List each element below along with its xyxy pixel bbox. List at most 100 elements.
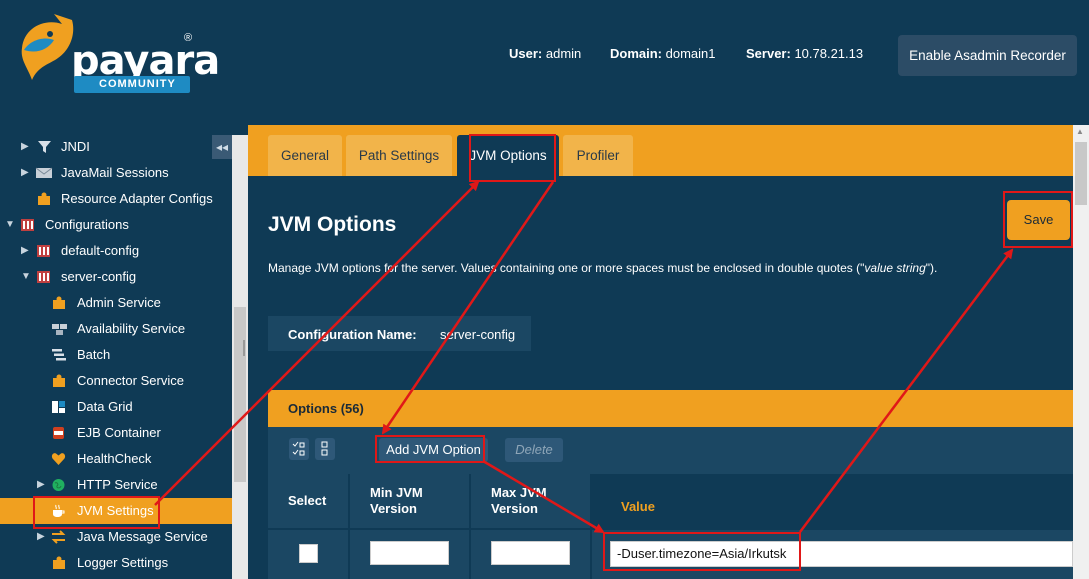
- sidebar-item-label: JavaMail Sessions: [61, 165, 169, 180]
- user-label: User:: [509, 46, 543, 61]
- expand-arrow-icon[interactable]: ▶: [21, 134, 29, 160]
- config-icon: [21, 219, 34, 231]
- sidebar-item-label: JNDI: [61, 139, 90, 154]
- fish-logo-icon: [21, 14, 74, 80]
- sidebar-item-java-message-service[interactable]: ▶ Java Message Service: [0, 524, 232, 550]
- domain-info: Domain: domain1: [610, 46, 716, 61]
- community-label: COMMUNITY: [99, 78, 176, 90]
- puzzle-icon: [53, 556, 65, 569]
- tab-general[interactable]: General: [268, 135, 342, 176]
- column-label-line2: Version: [370, 501, 417, 516]
- description-text: Manage JVM options for the server. Value…: [268, 261, 865, 275]
- max-jvm-version-input[interactable]: [491, 541, 570, 565]
- sidebar-item-healthcheck[interactable]: HealthCheck: [0, 446, 232, 472]
- description-italic: value string: [864, 261, 926, 275]
- puzzle-icon: [38, 192, 50, 205]
- exchange-icon: [51, 530, 66, 544]
- column-label: Select: [288, 493, 327, 508]
- sidebar-item-http-service[interactable]: ▶ HTTP Service: [0, 472, 232, 498]
- sidebar-item-default-config[interactable]: ▶ default-config: [0, 238, 232, 264]
- sidebar-item-server-config[interactable]: ▼ server-config: [0, 264, 232, 290]
- sidebar-item-label: HTTP Service: [77, 477, 158, 492]
- expand-arrow-icon[interactable]: ▶: [37, 524, 45, 550]
- sidebar-item-connector-service[interactable]: Connector Service: [0, 368, 232, 394]
- sidebar-scrollbar-thumb[interactable]: [234, 307, 246, 482]
- sidebar-item-label: server-config: [61, 269, 137, 284]
- sidebar-item-javamail-sessions[interactable]: ▶ JavaMail Sessions: [0, 160, 232, 186]
- column-label-line1: Max JVM: [491, 485, 547, 500]
- column-header-select[interactable]: Select: [268, 474, 348, 528]
- tab-profiler[interactable]: Profiler: [563, 135, 633, 176]
- column-header-max-jvm-version[interactable]: Max JVM Version: [471, 474, 590, 528]
- save-button[interactable]: Save: [1007, 200, 1070, 240]
- delete-button[interactable]: Delete: [505, 438, 563, 462]
- sidebar-item-batch[interactable]: Batch: [0, 342, 232, 368]
- collapse-arrow-icon[interactable]: ▼: [21, 264, 31, 290]
- sidebar-item-label: HealthCheck: [77, 451, 152, 466]
- deselect-all-button[interactable]: [315, 438, 335, 460]
- configuration-name-label: Configuration Name:: [288, 327, 417, 342]
- page-title: JVM Options: [268, 213, 397, 236]
- sidebar-item-label: Configurations: [45, 217, 129, 232]
- sidebar-item-label: Admin Service: [77, 295, 161, 310]
- column-label: Value: [621, 499, 655, 514]
- resize-grip-icon[interactable]: [243, 340, 245, 356]
- sidebar-item-jvm-settings[interactable]: JVM Settings: [0, 498, 232, 524]
- availability-icon: [52, 324, 67, 335]
- sidebar-item-admin-service[interactable]: Admin Service: [0, 290, 232, 316]
- navigation-tree: ▶ JNDI ▶ JavaMail Sessions Resource Adap…: [0, 125, 248, 579]
- heart-icon: [51, 453, 66, 465]
- column-label-line2: Version: [491, 501, 538, 516]
- sidebar-item-label: Logger Settings: [77, 555, 169, 570]
- server-value: 10.78.21.13: [794, 46, 864, 61]
- puzzle-icon: [53, 296, 65, 309]
- description-end: ").: [925, 261, 938, 275]
- sidebar-item-label: Resource Adapter Configs: [61, 191, 213, 206]
- app-header: payara ® COMMUNITY User: admin Domain: d…: [0, 0, 1089, 125]
- expand-arrow-icon[interactable]: ▶: [21, 238, 29, 264]
- config-icon: [37, 245, 50, 257]
- configuration-name-value: server-config: [440, 327, 516, 342]
- select-all-icon: [292, 441, 305, 456]
- sidebar-item-label: Availability Service: [77, 321, 186, 336]
- tab-jvm-options[interactable]: JVM Options: [457, 135, 559, 176]
- server-label: Server:: [746, 46, 791, 61]
- puzzle-icon: [53, 374, 65, 387]
- expand-arrow-icon[interactable]: ▶: [21, 160, 29, 186]
- sidebar-item-data-grid[interactable]: Data Grid: [0, 394, 232, 420]
- select-all-button[interactable]: [289, 438, 309, 460]
- sidebar-item-availability-service[interactable]: Availability Service: [0, 316, 232, 342]
- expand-arrow-icon[interactable]: ▶: [37, 472, 45, 498]
- page-scrollbar-thumb[interactable]: [1075, 142, 1087, 205]
- row-select-checkbox[interactable]: [299, 544, 318, 563]
- scroll-up-icon[interactable]: ▲: [1076, 127, 1084, 136]
- payara-logo: payara ® COMMUNITY: [14, 10, 220, 110]
- sidebar-item-configurations[interactable]: ▼ Configurations: [0, 212, 232, 238]
- add-jvm-option-button[interactable]: Add JVM Option: [379, 438, 488, 462]
- enable-asadmin-recorder-button[interactable]: Enable Asadmin Recorder: [898, 35, 1077, 76]
- sidebar-item-ejb-container[interactable]: EJB Container: [0, 420, 232, 446]
- options-title: Options (56): [288, 401, 364, 416]
- sidebar-item-resource-adapter-configs[interactable]: Resource Adapter Configs: [0, 186, 232, 212]
- sidebar-item-label: default-config: [61, 243, 140, 258]
- jar-icon: [53, 427, 64, 439]
- options-table-header: [268, 390, 1073, 427]
- deselect-all-icon: [321, 441, 328, 456]
- jvm-option-value-input[interactable]: -Duser.timezone=Asia/Irkutsk: [610, 541, 1073, 567]
- server-info: Server: 10.78.21.13: [746, 46, 863, 61]
- sidebar-item-label: Data Grid: [77, 399, 133, 414]
- collapse-arrow-icon[interactable]: ▼: [5, 212, 15, 238]
- sidebar-item-label: JVM Settings: [77, 503, 154, 518]
- column-header-value[interactable]: Value: [592, 474, 1073, 528]
- sidebar-item-jndi[interactable]: ▶ JNDI: [0, 134, 232, 160]
- min-jvm-version-input[interactable]: [370, 541, 449, 565]
- data-grid-icon: [52, 401, 65, 413]
- user-info: User: admin: [509, 46, 581, 61]
- column-header-min-jvm-version[interactable]: Min JVM Version: [350, 474, 469, 528]
- sidebar-item-label: Batch: [77, 347, 111, 362]
- config-icon: [37, 271, 50, 283]
- sidebar-item-logger-settings[interactable]: Logger Settings: [0, 550, 232, 576]
- tab-path-settings[interactable]: Path Settings: [346, 135, 452, 176]
- collapse-sidebar-button[interactable]: ◂◂: [212, 135, 232, 159]
- batch-icon: [52, 349, 66, 361]
